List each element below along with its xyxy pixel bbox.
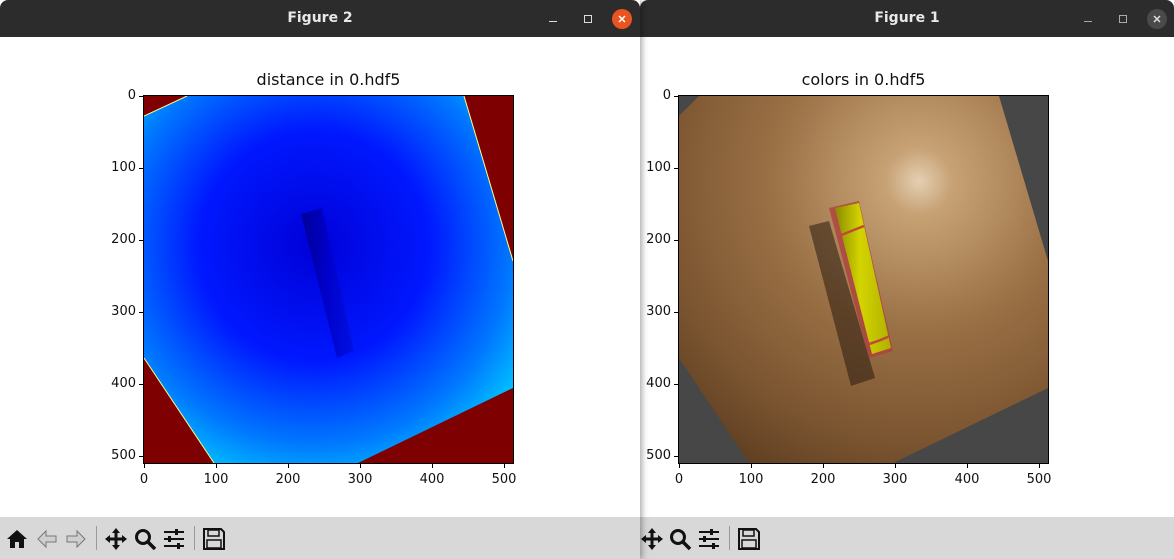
back-button[interactable] [33,525,61,553]
y-tick-label: 200 [646,232,671,247]
figure-2-canvas: distance in 0.hdf5 0 100 200 300 400 500… [0,37,640,517]
close-icon [1153,15,1161,23]
pan-icon [641,528,663,550]
close-button[interactable] [1147,9,1167,29]
maximize-button[interactable] [578,9,598,29]
save-icon [203,528,225,550]
figure-1-titlebar[interactable]: Figure 1 [640,0,1174,37]
y-tick-label: 400 [646,376,671,391]
configure-subplots-button[interactable] [695,525,723,553]
figure-2-titlebar[interactable]: Figure 2 [0,0,640,37]
back-icon [37,529,57,549]
configure-subplots-icon [699,529,719,549]
y-tick-label: 500 [646,448,671,463]
configure-subplots-icon [164,529,184,549]
zoom-button[interactable] [131,525,159,553]
x-tick-label: 200 [275,472,301,487]
y-tick-label: 100 [111,160,136,175]
figure-2-window: Figure 2 distance in 0.hdf5 0 100 200 30… [0,0,640,559]
x-tick-label: 300 [347,472,373,487]
maximize-icon [584,15,592,23]
x-tick-label: 100 [738,472,764,487]
figure-2-toolbar [0,517,640,559]
x-tick-label: 200 [810,472,836,487]
forward-icon [66,529,86,549]
minimize-button[interactable] [543,9,563,29]
x-tick-label: 400 [954,472,980,487]
zoom-icon [670,529,692,551]
y-tick-label: 400 [111,376,136,391]
pan-button[interactable] [102,525,130,553]
x-tick-label: 0 [674,472,684,487]
figure-1-canvas: colors in 0.hdf5 0 100 200 300 400 500 0… [640,37,1174,517]
minimize-icon [549,21,557,22]
colors-image[interactable] [678,95,1049,464]
home-icon [7,530,27,548]
close-icon [618,15,626,23]
colors-render [679,96,1048,463]
distance-map [144,96,513,463]
y-tick-label: 300 [646,304,671,319]
close-button[interactable] [612,9,632,29]
maximize-button[interactable] [1113,9,1133,29]
minimize-button[interactable] [1078,9,1098,29]
pan-icon [105,528,127,550]
distance-image[interactable] [143,95,514,464]
save-button[interactable] [735,525,763,553]
forward-button[interactable] [62,525,90,553]
y-tick-label: 0 [662,88,671,103]
maximize-icon [1119,15,1127,23]
minimize-icon [1084,21,1092,22]
plot-title: distance in 0.hdf5 [256,70,401,89]
save-icon [738,528,760,550]
x-tick-label: 500 [1026,472,1052,487]
plot-title: colors in 0.hdf5 [801,70,926,89]
y-tick-label: 0 [127,88,136,103]
configure-subplots-button[interactable] [160,525,188,553]
y-tick-label: 200 [111,232,136,247]
x-tick-label: 100 [203,472,229,487]
zoom-icon [135,529,157,551]
zoom-button[interactable] [666,525,694,553]
home-button[interactable] [3,525,31,553]
pan-button[interactable] [640,525,666,553]
x-tick-label: 300 [882,472,908,487]
y-tick-label: 300 [111,304,136,319]
save-button[interactable] [200,525,228,553]
y-tick-label: 100 [646,160,671,175]
x-tick-label: 500 [491,472,517,487]
x-tick-label: 0 [139,472,149,487]
x-tick-label: 400 [419,472,445,487]
figure-1-toolbar [640,517,1174,559]
figure-1-window: Figure 1 colors in 0.hdf5 0 100 200 300 … [640,0,1174,559]
y-tick-label: 500 [111,448,136,463]
